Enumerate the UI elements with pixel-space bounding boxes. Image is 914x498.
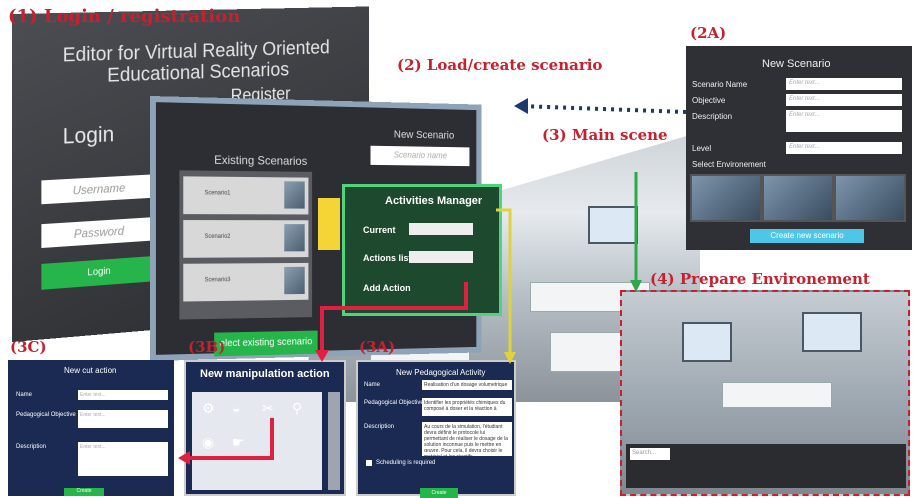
caption-3a: (3A) xyxy=(359,338,396,356)
caption-3b: (3B) xyxy=(188,338,226,356)
yellow-arrow xyxy=(496,208,512,356)
arrow-head xyxy=(504,352,516,364)
caption-3c: (3C) xyxy=(10,338,47,356)
dotted-arrow xyxy=(519,104,687,114)
caption-prepare: (4) Prepare Environement xyxy=(650,270,870,288)
arrow-head xyxy=(514,98,528,114)
flow-arrows xyxy=(178,98,687,465)
caption-login: (1) Login / registration xyxy=(8,6,241,27)
caption-2a: (2A) xyxy=(690,24,727,42)
red-arrow xyxy=(186,418,274,460)
arrow-head xyxy=(178,451,190,465)
caption-main: (3) Main scene xyxy=(542,126,668,144)
arrow-head xyxy=(630,280,642,292)
caption-load: (2) Load/create scenario xyxy=(397,56,603,74)
arrow-head xyxy=(315,350,329,362)
